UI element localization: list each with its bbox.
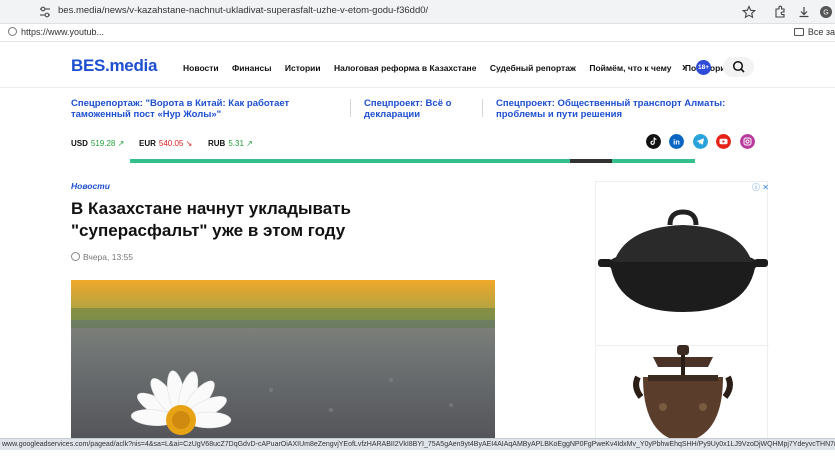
currency-rub: RUB 5.31 ↗ xyxy=(208,139,253,148)
special-project-declaration-link[interactable]: Спецпроект: Всё о декларации xyxy=(364,98,469,120)
youtube-icon[interactable] xyxy=(716,134,731,149)
trend-up-icon: ↗ xyxy=(246,139,253,148)
currency-eur: EUR 540.05 ↘ xyxy=(139,139,193,148)
currency-usd: USD 519.28 ↗ xyxy=(71,139,125,148)
special-report-link[interactable]: Спецрепортаж: "Ворота в Китай: Как работ… xyxy=(71,98,341,120)
article-photo xyxy=(71,280,495,440)
divider xyxy=(482,99,483,117)
header-divider xyxy=(0,87,835,88)
nav-item-news[interactable]: Новости xyxy=(183,63,219,73)
nav-item-finance[interactable]: Финансы xyxy=(232,63,271,73)
url-text[interactable]: bes.media/news/v-kazahstane-nachnut-ukla… xyxy=(58,5,428,16)
bookmarks-bar: https://www.youtub... Все за xyxy=(0,24,835,42)
bookmark-item[interactable]: https://www.youtub... xyxy=(8,27,104,37)
status-bar-url: www.googleadservices.com/pagead/aclk?nis… xyxy=(0,438,835,450)
bookmark-label: https://www.youtub... xyxy=(21,27,105,37)
all-bookmarks-label: Все за xyxy=(807,27,835,37)
search-icon xyxy=(732,60,745,73)
chevron-right-icon[interactable]: › xyxy=(682,60,686,74)
linkedin-icon[interactable]: in xyxy=(669,134,684,149)
age-badge: 18+ xyxy=(696,60,711,75)
article-category[interactable]: Новости xyxy=(71,181,110,191)
ad-choices-icon[interactable]: ⓘ ✕ xyxy=(752,182,769,193)
article-title: В Казахстане начнут укладывать "суперасф… xyxy=(71,199,351,240)
site-info-icon[interactable] xyxy=(38,5,52,19)
search-button[interactable] xyxy=(723,57,754,77)
trend-up-icon: ↗ xyxy=(117,139,125,148)
telegram-icon[interactable] xyxy=(693,134,708,149)
svg-text:G: G xyxy=(823,10,828,17)
nav-item-explain[interactable]: Поймём, что к чему xyxy=(589,63,671,73)
globe-icon xyxy=(8,27,17,36)
divider xyxy=(350,99,351,117)
nav-item-court[interactable]: Судебный репортаж xyxy=(490,63,576,73)
site-logo[interactable]: BES.media xyxy=(71,56,157,76)
instagram-icon[interactable] xyxy=(740,134,755,149)
download-icon[interactable] xyxy=(797,5,811,19)
all-bookmarks[interactable]: Все за xyxy=(793,27,835,37)
special-project-transport-link[interactable]: Спецпроект: Общественный транспорт Алмат… xyxy=(496,98,766,120)
folder-icon xyxy=(793,28,804,36)
article-date: Вчера, 13:55 xyxy=(71,252,133,262)
sidebar-ad[interactable] xyxy=(595,181,769,450)
main-nav: Новости Финансы Истории Налоговая реформ… xyxy=(183,63,757,73)
profile-icon[interactable]: G xyxy=(819,5,833,19)
tiktok-icon[interactable] xyxy=(646,134,661,149)
top-ad-banner[interactable] xyxy=(130,159,695,163)
trend-down-icon: ↘ xyxy=(185,139,193,148)
extensions-icon[interactable] xyxy=(773,5,787,19)
browser-address-bar: bes.media/news/v-kazahstane-nachnut-ukla… xyxy=(0,0,835,24)
bookmark-star-icon[interactable] xyxy=(742,5,756,19)
nav-item-stories[interactable]: Истории xyxy=(285,63,321,73)
clock-icon xyxy=(71,252,80,261)
nav-item-tax-reform[interactable]: Налоговая реформа в Казахстане xyxy=(334,63,476,73)
svg-text:in: in xyxy=(673,138,680,147)
